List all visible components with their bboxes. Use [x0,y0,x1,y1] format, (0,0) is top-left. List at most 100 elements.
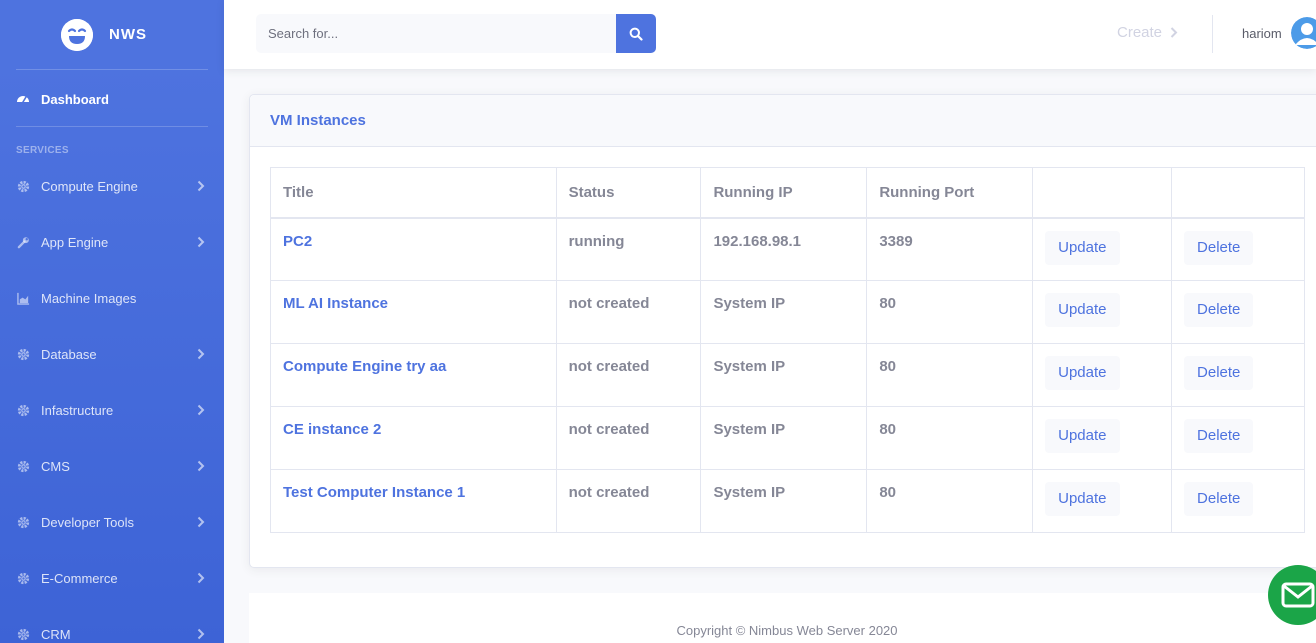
update-button[interactable]: Update [1045,482,1120,516]
column-header-delete [1171,167,1305,219]
chevron-right-icon [197,628,205,640]
brand[interactable]: NWS [0,0,224,69]
sidebar-item-label: Database [41,346,97,362]
sidebar-item-dashboard[interactable]: Dashboard [16,88,109,110]
card-title: VM Instances [270,112,366,129]
instance-title[interactable]: Compute Engine try aa [270,343,557,407]
sidebar-divider [16,69,208,70]
create-label: Create [1117,24,1163,41]
column-header-status: Status [555,167,702,219]
tachometer-icon [16,92,30,106]
instance-port: 80 [866,280,1034,344]
instance-ip: System IP [700,343,868,407]
update-cell: Update [1032,406,1173,470]
wrench-icon [16,235,30,249]
update-button[interactable]: Update [1045,356,1120,390]
sidebar-item-crm[interactable]: CRM [0,614,224,643]
sidebar-item-infastructure[interactable]: Infastructure [0,390,224,430]
create-link[interactable]: Create [1117,24,1178,41]
chevron-right-icon [197,180,205,192]
sidebar-item-app-engine[interactable]: App Engine [0,222,224,262]
instance-port: 80 [866,469,1034,533]
sidebar-item-database[interactable]: Database [0,334,224,374]
sidebar-divider [16,126,208,127]
cog-icon [16,571,30,585]
chevron-right-icon [1170,27,1178,38]
delete-button[interactable]: Delete [1184,356,1254,390]
instance-port: 3389 [866,217,1034,281]
sidebar-item-label: CMS [41,458,70,474]
avatar[interactable] [1291,17,1316,49]
table-header-row: Title Status Running IP Running Port [270,167,1305,219]
copyright-text: Copyright © Nimbus Web Server 2020 [676,623,898,638]
column-header-title: Title [270,167,557,219]
sidebar-item-compute-engine[interactable]: Compute Engine [0,166,224,206]
table-row: Compute Engine try aa not created System… [270,343,1305,407]
brand-name: NWS [109,26,147,43]
column-header-update [1032,167,1173,219]
cog-icon [16,627,30,641]
instance-title[interactable]: CE instance 2 [270,406,557,470]
sidebar-item-label: Developer Tools [41,514,134,530]
laughing-face-icon [61,18,93,51]
instance-ip: System IP [700,469,868,533]
chevron-right-icon [197,236,205,248]
instance-status: running [555,217,702,281]
update-button[interactable]: Update [1045,230,1120,265]
vm-instances-table: Title Status Running IP Running Port PC2… [270,167,1305,533]
instance-title[interactable]: PC2 [270,217,557,281]
topbar-divider [1212,15,1213,53]
instance-port: 80 [866,343,1034,407]
sidebar-item-label: E-Commerce [41,570,118,586]
sidebar-item-e-commerce[interactable]: E-Commerce [0,558,224,598]
delete-button[interactable]: Delete [1184,293,1254,327]
table-row: CE instance 2 not created System IP 80 U… [270,406,1305,470]
instance-status: not created [555,406,702,470]
delete-cell: Delete [1171,280,1305,344]
update-cell: Update [1032,217,1173,281]
sidebar-item-machine-images[interactable]: Machine Images [0,278,224,318]
vm-instances-card: VM Instances Title Status Running IP Run… [249,94,1316,568]
update-cell: Update [1032,343,1173,407]
sidebar-heading: SERVICES [16,145,69,156]
cog-icon [16,403,30,417]
cog-icon [16,459,30,473]
envelope-icon [1281,582,1315,608]
instance-ip: System IP [700,406,868,470]
cog-icon [16,515,30,529]
update-button[interactable]: Update [1045,419,1120,453]
table-row: PC2 running 192.168.98.1 3389 Update Del… [270,217,1305,281]
user-name[interactable]: hariom [1242,26,1282,41]
chevron-right-icon [197,460,205,472]
instance-status: not created [555,343,702,407]
instance-port: 80 [866,406,1034,470]
instance-status: not created [555,280,702,344]
update-cell: Update [1032,280,1173,344]
delete-cell: Delete [1171,343,1305,407]
instance-status: not created [555,469,702,533]
instance-title[interactable]: Test Computer Instance 1 [270,469,557,533]
search-input[interactable] [256,14,616,53]
user-avatar-icon [1291,17,1316,49]
sidebar-item-label: Dashboard [41,91,109,107]
card-header: VM Instances [250,95,1316,147]
sidebar-item-label: Compute Engine [41,178,138,194]
sidebar-item-developer-tools[interactable]: Developer Tools [0,502,224,542]
delete-button[interactable]: Delete [1184,230,1254,265]
chevron-right-icon [197,404,205,416]
update-button[interactable]: Update [1045,293,1120,327]
delete-button[interactable]: Delete [1184,482,1254,516]
footer: Copyright © Nimbus Web Server 2020 [249,593,1316,643]
chart-area-icon [16,291,30,305]
instance-title[interactable]: ML AI Instance [270,280,557,344]
sidebar: NWS Dashboard SERVICES Compute Engine Ap… [0,0,224,643]
search-button[interactable] [616,14,656,53]
table-row: ML AI Instance not created System IP 80 … [270,280,1305,344]
chevron-right-icon [197,516,205,528]
topbar: Create hariom [224,0,1316,69]
cog-icon [16,347,30,361]
sidebar-item-label: App Engine [41,234,109,250]
delete-button[interactable]: Delete [1184,419,1254,453]
sidebar-item-label: Machine Images [41,290,137,306]
sidebar-item-cms[interactable]: CMS [0,446,224,486]
